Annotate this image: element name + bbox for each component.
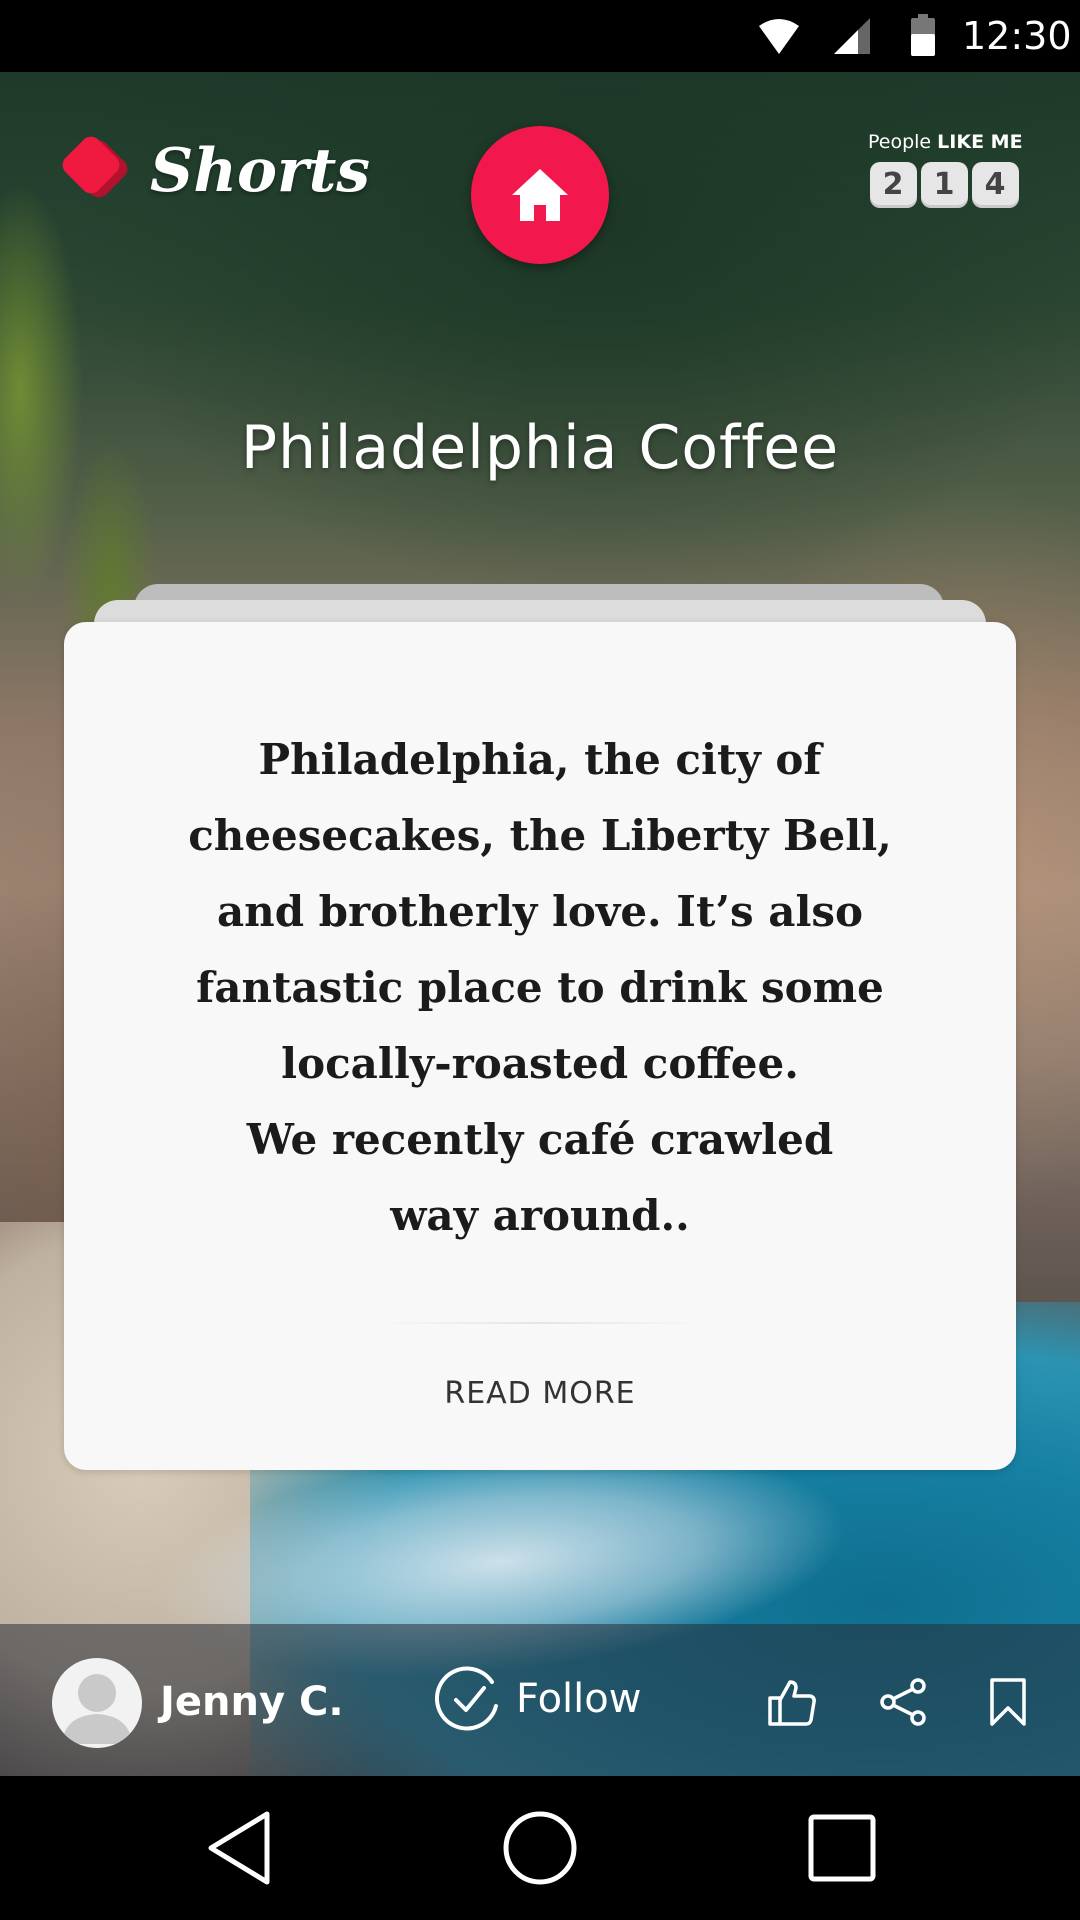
- nav-home-button[interactable]: [498, 1806, 582, 1890]
- back-icon: [208, 1811, 270, 1885]
- card-divider: [374, 1322, 706, 1324]
- story-excerpt: Philadelphia, the city of cheesecakes, t…: [144, 722, 936, 1254]
- cell-signal-icon: [834, 18, 870, 54]
- read-more-button[interactable]: READ MORE: [64, 1374, 1016, 1414]
- feed-title: Philadelphia Coffee: [240, 413, 840, 483]
- share-button[interactable]: [874, 1672, 934, 1732]
- story-line: way around..: [390, 1191, 690, 1240]
- people-like-me-digits: 2 1 4: [868, 162, 1020, 208]
- story-line: locally-roasted coffee.: [281, 1039, 799, 1088]
- wifi-icon: [759, 19, 799, 54]
- counter-digit: 4: [971, 162, 1019, 208]
- story-line: Philadelphia, the city of: [258, 735, 822, 784]
- counter-digit: 1: [920, 162, 968, 208]
- battery-icon: [911, 14, 935, 56]
- status-time: 12:30: [962, 14, 1072, 58]
- app-logo[interactable]: Shorts: [58, 132, 371, 206]
- bookmark-icon: [990, 1678, 1026, 1726]
- story-line: fantastic place to drink some: [196, 963, 884, 1012]
- follow-label: Follow: [516, 1676, 642, 1722]
- system-nav-bar: [0, 1776, 1080, 1920]
- people-like-me-label: People LIKE ME: [868, 128, 1023, 156]
- avatar[interactable]: [52, 1658, 142, 1748]
- story-line: We recently café crawled: [246, 1115, 834, 1164]
- like-button[interactable]: [762, 1672, 822, 1732]
- recents-icon: [808, 1814, 876, 1882]
- share-icon: [880, 1678, 926, 1726]
- story-line: cheesecakes, the Liberty Bell,: [188, 811, 892, 860]
- user-avatar-icon: [62, 1674, 132, 1744]
- check-circle-icon: [434, 1666, 498, 1731]
- story-action-bar: Jenny C. Follow: [0, 1624, 1080, 1776]
- people-like-me-counter[interactable]: People LIKE ME 2 1 4: [868, 128, 1023, 208]
- story-card[interactable]: Philadelphia, the city of cheesecakes, t…: [64, 622, 1016, 1470]
- nav-back-button[interactable]: [198, 1806, 282, 1890]
- people-like-me-label-prefix: People: [868, 131, 932, 153]
- author-name[interactable]: Jenny C.: [160, 1676, 344, 1728]
- app-name: Shorts: [150, 136, 371, 206]
- home-icon: [512, 169, 568, 221]
- counter-digit: 2: [869, 162, 917, 208]
- home-button[interactable]: [471, 126, 609, 264]
- like-icon: [768, 1680, 816, 1726]
- follow-button[interactable]: Follow: [434, 1664, 641, 1734]
- nav-recents-button[interactable]: [800, 1806, 884, 1890]
- bookmark-button[interactable]: [978, 1672, 1038, 1732]
- people-like-me-label-bold: LIKE ME: [937, 131, 1023, 153]
- status-bar: 12:30: [0, 0, 1080, 72]
- home-circle-icon: [503, 1811, 577, 1885]
- story-line: and brotherly love. It’s also: [216, 887, 864, 936]
- logo-mark-icon: [58, 132, 140, 206]
